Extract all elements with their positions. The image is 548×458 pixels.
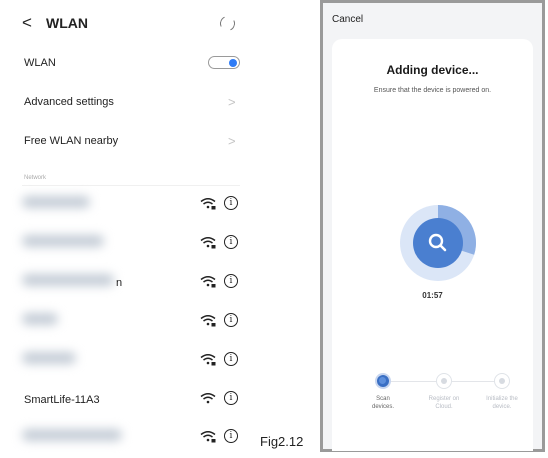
blurred-ssid <box>22 313 58 325</box>
step-connector <box>390 381 440 382</box>
wifi-secured-icon <box>200 354 216 366</box>
wlan-toggle-switch[interactable] <box>208 56 240 69</box>
step-scan-indicator <box>375 373 391 389</box>
step-register-label: Register on Cloud. <box>428 396 460 410</box>
network-info-button[interactable]: i <box>224 352 238 366</box>
advanced-settings-label: Advanced settings <box>24 96 114 108</box>
adding-device-screen: Cancel Adding device... Ensure that the … <box>320 0 545 452</box>
wifi-secured-icon <box>200 237 216 249</box>
adding-subtitle: Ensure that the device is powered on. <box>373 87 492 94</box>
chevron-right-icon: > <box>228 133 236 149</box>
network-row[interactable]: i <box>0 224 258 264</box>
step-initialize-indicator <box>494 373 510 389</box>
step-register-indicator <box>436 373 452 389</box>
scan-progress-indicator <box>400 205 476 281</box>
network-info-button[interactable]: i <box>224 429 238 443</box>
free-wlan-row[interactable]: Free WLAN nearby > <box>0 122 258 160</box>
blurred-ssid <box>22 235 104 247</box>
back-button[interactable]: < <box>22 13 32 33</box>
search-icon-background <box>413 218 463 268</box>
toggle-knob <box>229 58 237 67</box>
step-scan-label: Scan devices. <box>371 396 394 410</box>
wlan-settings-screen: < WLAN WLAN Advanced settings > Free WLA… <box>0 0 258 458</box>
wlan-toggle-row[interactable]: WLAN <box>0 44 258 82</box>
network-info-button[interactable]: i <box>224 313 238 327</box>
wifi-secured-icon <box>200 198 216 210</box>
network-info-button[interactable]: i <box>224 391 238 405</box>
network-info-button[interactable]: i <box>224 235 238 249</box>
network-section-header: Network <box>24 175 47 181</box>
wifi-secured-icon <box>200 276 216 288</box>
adding-title: Adding device... <box>386 63 479 77</box>
network-row[interactable]: i <box>0 418 258 458</box>
refresh-icon[interactable] <box>217 13 238 34</box>
blurred-ssid <box>22 274 114 286</box>
network-name: SmartLife-11A3 <box>24 394 100 406</box>
free-wlan-label: Free WLAN nearby <box>24 135 119 147</box>
blurred-ssid <box>22 352 76 364</box>
network-row[interactable]: i <box>0 302 258 342</box>
network-row[interactable]: i <box>0 341 258 381</box>
wifi-open-icon <box>200 393 216 404</box>
wifi-secured-icon <box>200 431 216 443</box>
wlan-header: < WLAN <box>0 0 258 50</box>
cancel-button[interactable]: Cancel <box>332 14 363 25</box>
countdown-timer: 01:57 <box>422 291 443 300</box>
figure-caption: Fig2.12 <box>260 434 304 449</box>
network-info-button[interactable]: i <box>224 196 238 210</box>
blurred-ssid <box>22 429 122 441</box>
network-name-tail: n <box>116 277 123 289</box>
chevron-right-icon: > <box>228 94 236 110</box>
page-title: WLAN <box>46 15 88 31</box>
network-row[interactable]: i <box>0 185 258 225</box>
blurred-ssid <box>22 196 90 208</box>
network-row-smartlife[interactable]: SmartLife-11A3 i <box>0 380 258 420</box>
wifi-secured-icon <box>200 315 216 327</box>
network-row[interactable]: n i <box>0 263 258 303</box>
network-info-button[interactable]: i <box>224 274 238 288</box>
wlan-toggle-label: WLAN <box>24 57 56 69</box>
step-initialize-label: Initialize the device. <box>486 396 518 410</box>
advanced-settings-row[interactable]: Advanced settings > <box>0 83 258 121</box>
adding-device-card: Adding device... Ensure that the device … <box>332 39 533 451</box>
